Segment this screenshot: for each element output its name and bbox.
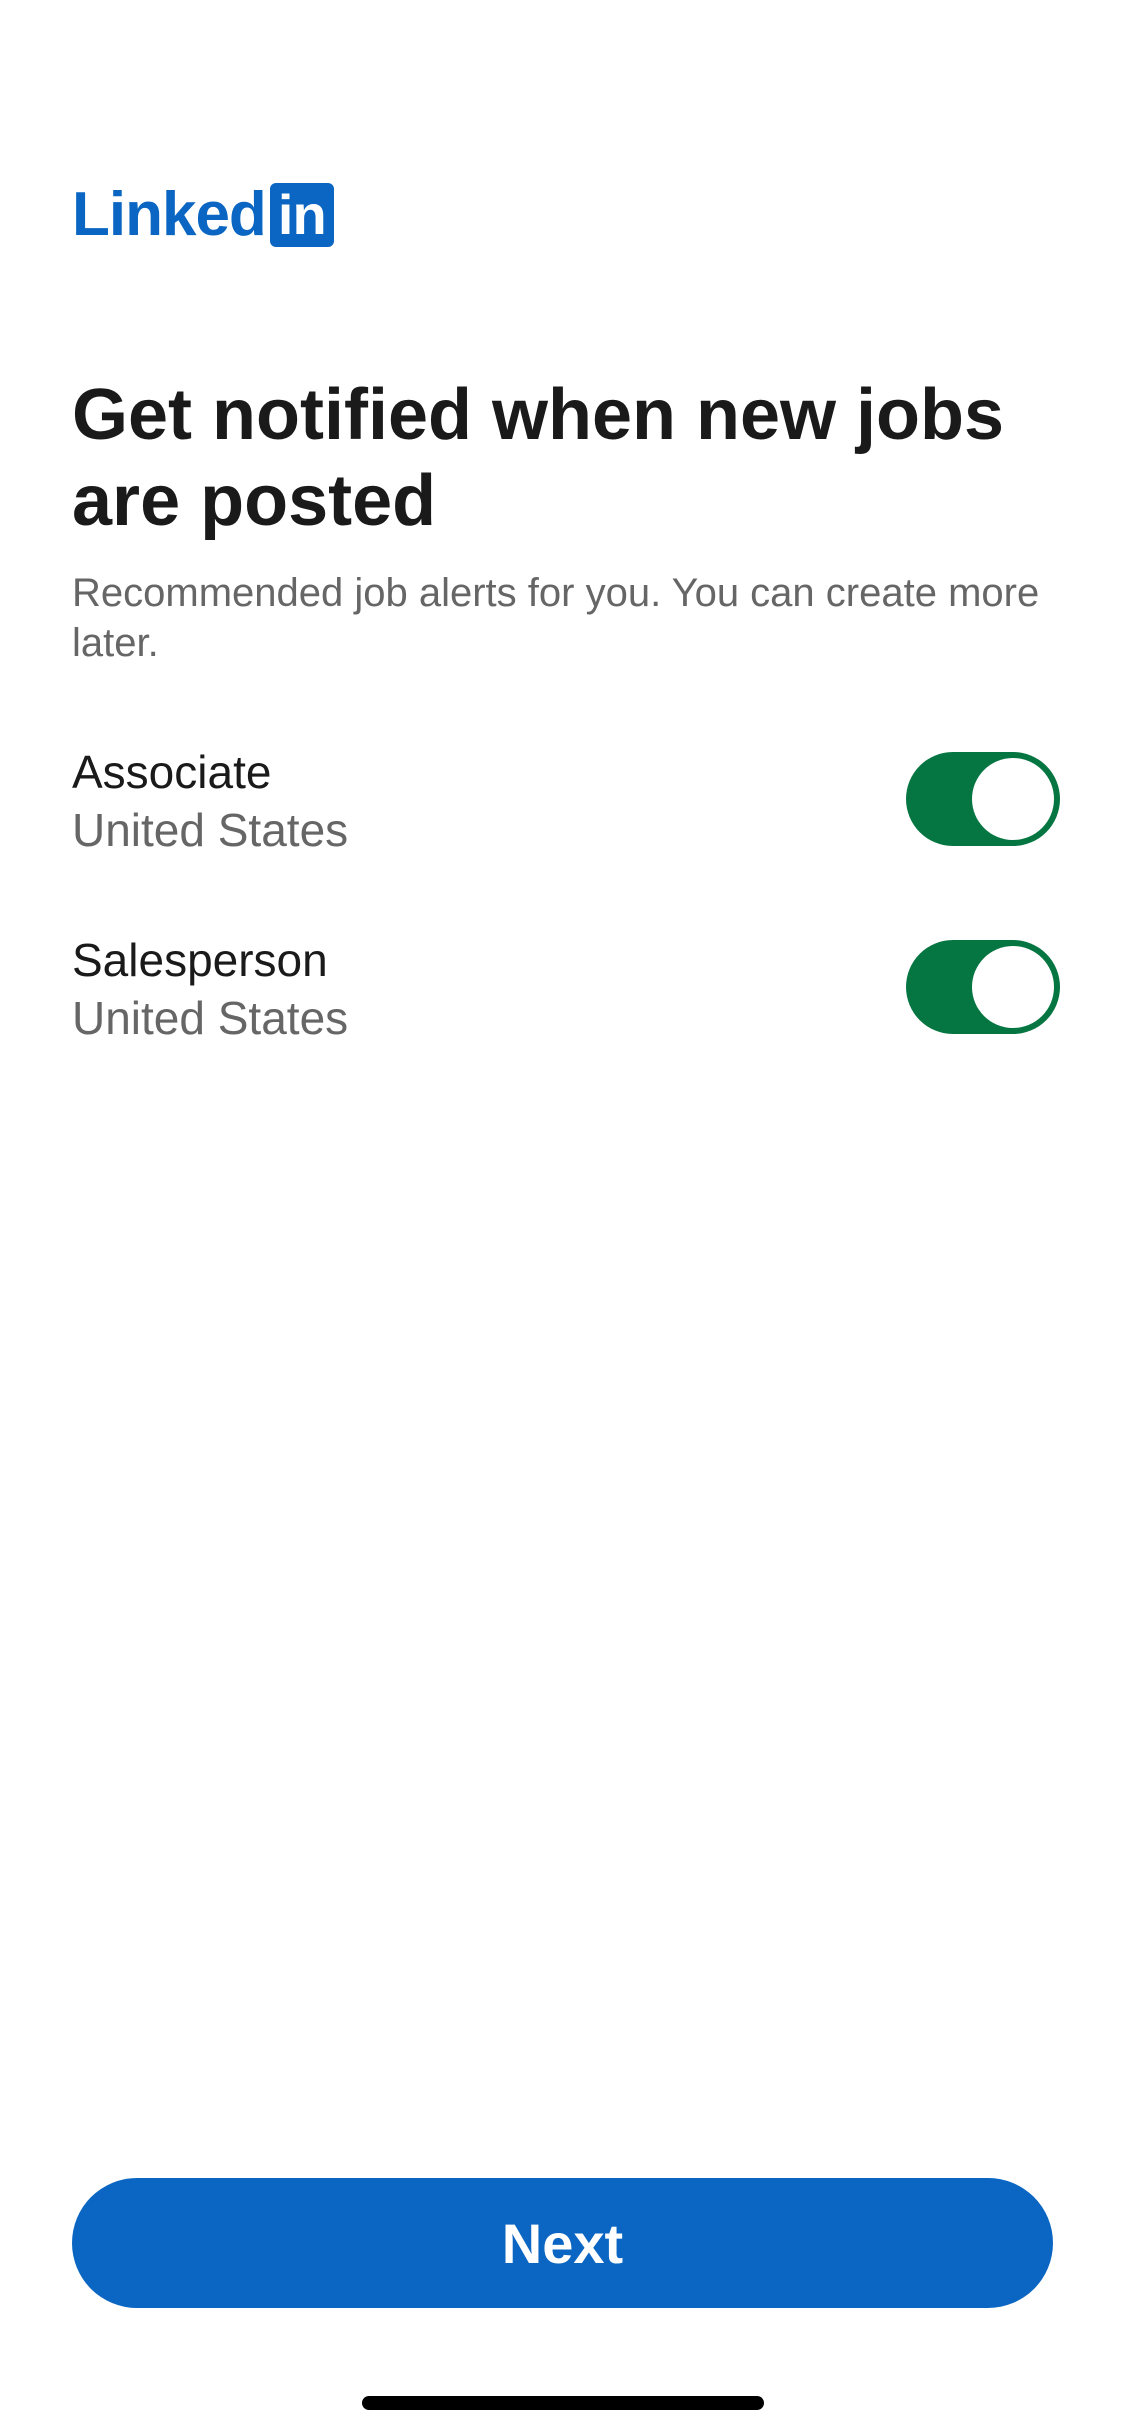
- job-alert-location: United States: [72, 804, 349, 856]
- toggle-knob: [972, 946, 1054, 1028]
- home-indicator: [362, 2396, 764, 2410]
- job-alert-row: Associate United States: [72, 736, 1060, 876]
- logo-in-box: in: [269, 183, 334, 247]
- job-alert-toggle[interactable]: [906, 752, 1060, 846]
- job-alert-location: United States: [72, 992, 349, 1044]
- job-alert-title: Associate: [72, 746, 272, 798]
- page-title: Get notified when new jobs are posted: [72, 375, 1005, 541]
- toggle-knob: [972, 758, 1054, 840]
- job-alert-toggle[interactable]: [906, 940, 1060, 1034]
- linkedin-logo: Linked in: [72, 182, 334, 248]
- job-alert-row: Salesperson United States: [72, 924, 1060, 1064]
- job-alert-title: Salesperson: [72, 934, 328, 986]
- page-subtitle: Recommended job alerts for you. You can …: [72, 571, 1040, 665]
- logo-wordmark: Linked: [72, 180, 267, 249]
- next-button[interactable]: Next: [72, 2178, 1053, 2308]
